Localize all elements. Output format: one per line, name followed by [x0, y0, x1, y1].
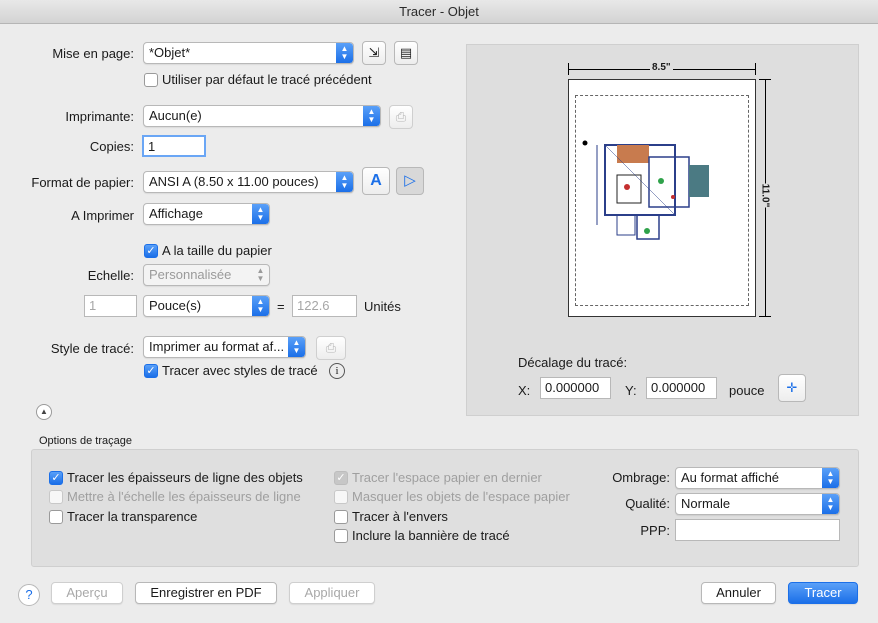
equals-sign: =	[277, 299, 285, 314]
plot-lineweights-checkbox[interactable]: ✓	[49, 471, 63, 485]
scale-lineweights-label: Mettre à l'échelle les épaisseurs de lig…	[67, 489, 301, 504]
width-dimension: 8.5"	[568, 62, 756, 75]
units-input[interactable]: 122.6	[292, 295, 357, 317]
chevron-updown-icon: ▲ ▼	[363, 106, 380, 126]
info-icon[interactable]: i	[329, 363, 345, 379]
drawing-preview	[582, 140, 709, 240]
offset-y-label: Y:	[625, 383, 637, 398]
printer-value: Aucun(e)	[149, 108, 202, 123]
what-to-plot-select[interactable]: Affichage ▲ ▼	[143, 203, 270, 225]
width-label: 8.5"	[650, 62, 673, 73]
apply-button[interactable]: Appliquer	[289, 582, 375, 604]
plot-button[interactable]: Tracer	[788, 582, 858, 604]
help-button[interactable]: ?	[18, 584, 40, 606]
plot-style-label: Style de tracé:	[50, 341, 134, 356]
chevron-updown-icon: ▲ ▼	[252, 296, 269, 316]
echelle-label: Echelle:	[87, 268, 134, 283]
chevron-updown-icon: ▲ ▼	[288, 337, 305, 357]
plot-transparency-label: Tracer la transparence	[67, 509, 198, 524]
chevron-updown-icon: ▲ ▼	[252, 204, 269, 224]
collapse-options-icon[interactable]: ▲	[36, 404, 52, 420]
offset-unit-label: pouce	[729, 383, 765, 398]
plot-preview-panel: 8.5" 11.0" Décalage du tracé: X: 0.00000…	[466, 44, 859, 416]
mise-en-page-select[interactable]: *Objet* ▲ ▼	[143, 42, 354, 64]
a-imprimer-label: A Imprimer	[71, 208, 134, 223]
landscape-icon[interactable]: ▷	[396, 167, 424, 195]
hide-paperspace-checkbox[interactable]	[334, 490, 348, 504]
paperspace-last-checkbox[interactable]: ✓	[334, 471, 348, 485]
qualite-label: Qualité:	[625, 496, 670, 511]
units-label: Unités	[364, 299, 401, 314]
printer-select[interactable]: Aucun(e) ▲ ▼	[143, 105, 381, 127]
dpi-input[interactable]	[675, 519, 840, 541]
plot-options-box: ✓ Tracer les épaisseurs de ligne des obj…	[31, 449, 859, 567]
upside-down-checkbox[interactable]	[334, 510, 348, 524]
paper-format-select[interactable]: ANSI A (8.50 x 11.00 pouces) ▲ ▼	[143, 171, 354, 193]
chevron-updown-icon: ▲ ▼	[822, 494, 839, 514]
scale-unit-value: Pouce(s)	[149, 298, 202, 313]
import-page-setup-icon[interactable]: ⇲	[362, 41, 386, 65]
plot-stamp-checkbox[interactable]	[334, 529, 348, 543]
ombrage-label: Ombrage:	[612, 470, 670, 485]
imprimante-label: Imprimante:	[65, 109, 134, 124]
scale-value: Personnalisée	[149, 267, 232, 282]
offset-title: Décalage du tracé:	[518, 355, 628, 370]
save-pdf-button[interactable]: Enregistrer en PDF	[135, 582, 277, 604]
plot-lineweights-label: Tracer les épaisseurs de ligne des objet…	[67, 470, 303, 485]
quality-select[interactable]: Normale ▲ ▼	[675, 493, 840, 515]
chevron-updown-icon: ▲ ▼	[336, 172, 353, 192]
height-dimension: 11.0"	[759, 79, 771, 317]
use-previous-checkbox[interactable]	[144, 73, 158, 87]
copies-input[interactable]: 1	[142, 135, 206, 157]
shading-select[interactable]: Au format affiché ▲ ▼	[675, 467, 840, 489]
fit-to-paper-label: A la taille du papier	[162, 243, 272, 258]
paper-preview	[568, 79, 756, 317]
plot-style-value: Imprimer au format af...	[149, 339, 285, 354]
quality-value: Normale	[681, 496, 731, 511]
cancel-button[interactable]: Annuler	[701, 582, 776, 604]
paper-format-label: Format de papier:	[31, 175, 134, 190]
shading-value: Au format affiché	[681, 470, 780, 485]
scale-number-input[interactable]: 1	[84, 295, 137, 317]
height-label: 11.0"	[759, 183, 771, 208]
what-to-plot-value: Affichage	[149, 206, 203, 221]
plot-transparency-checkbox[interactable]	[49, 510, 63, 524]
edit-plot-style-icon[interactable]: ⎙	[316, 336, 346, 360]
offset-x-input[interactable]: 0.000000	[540, 377, 611, 399]
offset-y-input[interactable]: 0.000000	[646, 377, 717, 399]
scale-select[interactable]: Personnalisée ▲ ▼	[143, 264, 270, 286]
upside-down-label: Tracer à l'envers	[352, 509, 448, 524]
window-title: Tracer - Objet	[0, 0, 878, 24]
preview-button[interactable]: Aperçu	[51, 582, 123, 604]
plot-with-styles-label: Tracer avec styles de tracé	[162, 363, 318, 378]
mise-en-page-value: *Objet*	[149, 45, 191, 60]
paperspace-last-label: Tracer l'espace papier en dernier	[352, 470, 542, 485]
plot-style-select[interactable]: Imprimer au format af... ▲ ▼	[143, 336, 306, 358]
plot-with-styles-checkbox[interactable]: ✓	[144, 364, 158, 378]
fit-to-paper-checkbox[interactable]: ✓	[144, 244, 158, 258]
page-setup-manager-icon[interactable]: ▤	[394, 41, 418, 65]
portrait-icon[interactable]: A	[362, 167, 390, 195]
use-previous-label: Utiliser par défaut le tracé précédent	[162, 72, 372, 87]
chevron-updown-icon: ▲ ▼	[822, 468, 839, 488]
offset-x-label: X:	[518, 383, 531, 398]
plot-stamp-label: Inclure la bannière de tracé	[352, 528, 510, 543]
chevron-updown-icon: ▲ ▼	[256, 266, 265, 283]
scale-lineweights-checkbox[interactable]	[49, 490, 63, 504]
hide-paperspace-label: Masquer les objets de l'espace papier	[352, 489, 570, 504]
ppp-label: PPP:	[640, 523, 670, 538]
printer-properties-icon[interactable]: ⎙	[389, 105, 413, 129]
scale-unit-select[interactable]: Pouce(s) ▲ ▼	[143, 295, 270, 317]
center-plot-icon[interactable]: ✛	[778, 374, 806, 402]
chevron-updown-icon: ▲ ▼	[336, 43, 353, 63]
options-title: Options de traçage	[39, 435, 132, 447]
mise-en-page-label: Mise en page:	[52, 46, 134, 61]
paper-format-value: ANSI A (8.50 x 11.00 pouces)	[149, 174, 319, 189]
copies-label: Copies:	[89, 139, 134, 154]
